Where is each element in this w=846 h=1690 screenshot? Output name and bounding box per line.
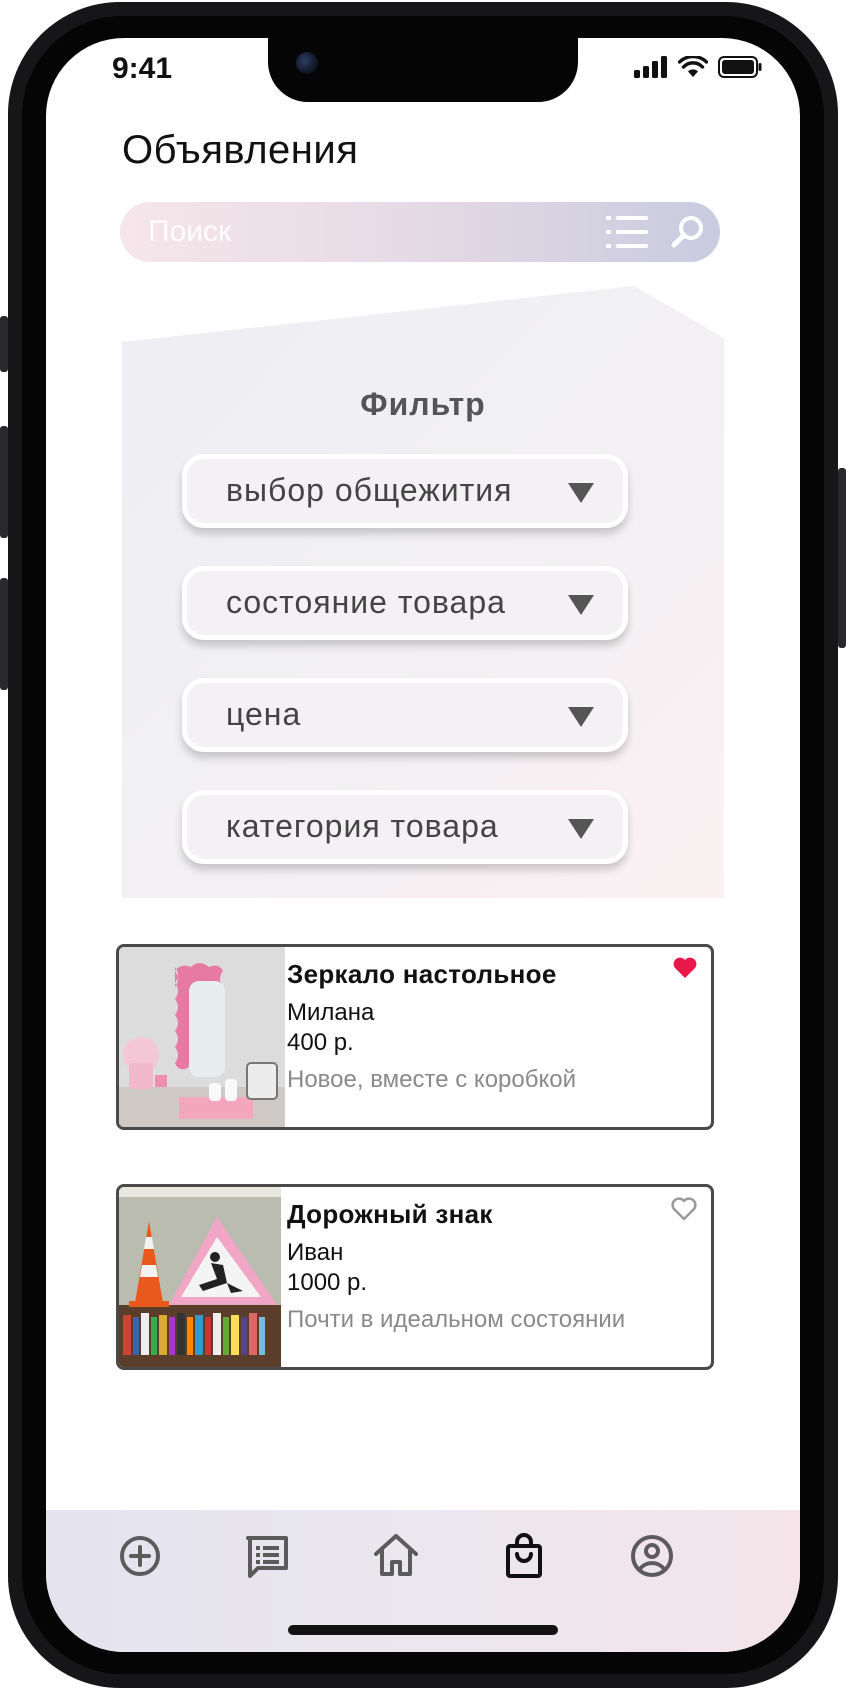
search-icon[interactable] xyxy=(670,214,706,250)
listing-title: Дорожный знак xyxy=(287,1199,493,1229)
list-filter-icon[interactable] xyxy=(606,214,650,250)
listing-price: 1000 р. xyxy=(287,1269,368,1296)
listing-seller: Милана xyxy=(287,999,375,1026)
page-title: Объявления xyxy=(122,128,359,172)
screen: 9:41 Объявления Поиск Фильтр выбор общеж… xyxy=(46,38,800,1652)
dormitory-dropdown[interactable]: выбор общежития xyxy=(182,454,628,528)
heart-filled-icon[interactable] xyxy=(673,957,697,979)
volume-up-button xyxy=(0,426,8,538)
dropdown-label: цена xyxy=(226,696,302,732)
filter-panel: Фильтр выбор общежития состояние товара … xyxy=(122,286,724,898)
listing-seller: Иван xyxy=(287,1239,344,1266)
plus-circle-icon[interactable] xyxy=(114,1530,166,1582)
condition-dropdown[interactable]: состояние товара xyxy=(182,566,628,640)
home-indicator[interactable] xyxy=(288,1625,558,1635)
heart-outline-icon[interactable] xyxy=(671,1197,697,1221)
road-sign-photo xyxy=(119,1187,281,1367)
listing-card[interactable]: Дорожный знак Иван 1000 р. Почти в идеал… xyxy=(116,1184,714,1370)
listing-description: Почти в идеальном состоянии xyxy=(287,1306,626,1333)
dropdown-arrow-icon xyxy=(568,707,594,727)
status-icons xyxy=(634,56,762,78)
listing-price: 400 р. xyxy=(287,1029,354,1056)
listing-card[interactable]: Зеркало настольное Милана 400 р. Новое, … xyxy=(116,944,714,1130)
mute-switch xyxy=(0,316,8,372)
status-time: 9:41 xyxy=(112,52,173,85)
dropdown-arrow-icon xyxy=(568,483,594,503)
messages-icon[interactable] xyxy=(242,1530,294,1582)
home-icon[interactable] xyxy=(370,1530,422,1582)
profile-icon[interactable] xyxy=(626,1530,678,1582)
filter-title: Фильтр xyxy=(360,386,486,422)
listing-title: Зеркало настольное xyxy=(287,959,557,989)
search-input[interactable] xyxy=(148,202,568,262)
wifi-icon xyxy=(678,56,708,77)
notch xyxy=(268,38,578,102)
dropdown-label: состояние товара xyxy=(226,584,506,620)
dropdown-label: выбор общежития xyxy=(226,472,513,508)
dropdown-arrow-icon xyxy=(568,595,594,615)
search-bar[interactable] xyxy=(120,202,720,262)
category-dropdown[interactable]: категория товара xyxy=(182,790,628,864)
dropdown-label: категория товара xyxy=(226,808,499,844)
power-button xyxy=(838,468,846,648)
front-camera xyxy=(296,52,318,74)
price-dropdown[interactable]: цена xyxy=(182,678,628,752)
volume-down-button xyxy=(0,578,8,690)
shopping-bag-icon[interactable] xyxy=(498,1530,550,1582)
signal-icon xyxy=(634,56,667,78)
mirror-photo xyxy=(119,947,285,1127)
dropdown-arrow-icon xyxy=(568,819,594,839)
battery-icon xyxy=(718,56,762,78)
listing-description: Новое, вместе с коробкой xyxy=(287,1066,577,1093)
